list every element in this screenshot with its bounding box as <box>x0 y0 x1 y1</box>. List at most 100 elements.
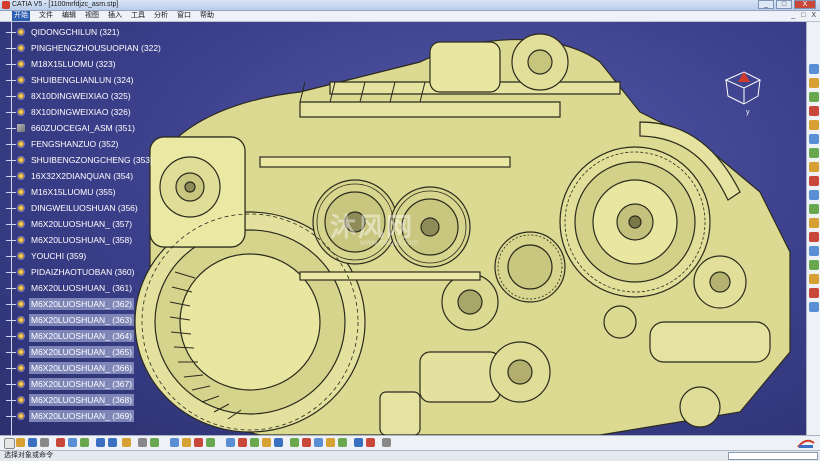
redo-icon[interactable] <box>108 438 117 447</box>
paste-icon[interactable] <box>80 438 89 447</box>
3d-viewport[interactable]: 沐风网 www.mfcad.com QIDONGCHILUN (321) PIN… <box>0 22 806 435</box>
tree-item[interactable]: 8X10DINGWEIXIAO (326) <box>6 105 133 119</box>
tree-item[interactable]: QIDONGCHILUN (321) <box>6 25 121 39</box>
doc-minimize-button[interactable]: _ <box>791 11 795 21</box>
catia-logo <box>797 439 815 448</box>
shading-icon[interactable] <box>809 190 819 200</box>
material-icon[interactable] <box>809 232 819 242</box>
menu-help[interactable]: 帮助 <box>200 11 214 21</box>
snap-icon[interactable] <box>262 438 271 447</box>
swap-icon[interactable] <box>809 218 819 228</box>
iso-view-icon[interactable] <box>809 176 819 186</box>
zoom-in-icon[interactable] <box>809 134 819 144</box>
copy-icon[interactable] <box>68 438 77 447</box>
update-icon[interactable] <box>354 438 363 447</box>
fly-icon[interactable] <box>809 78 819 88</box>
table-icon[interactable] <box>170 438 179 447</box>
tree-item[interactable]: M6X20LUOSHUAN_ (361) <box>6 281 134 295</box>
measure-icon[interactable] <box>809 260 819 270</box>
explode-icon[interactable] <box>274 438 283 447</box>
tree-item[interactable]: PINGHENGZHOUSUOPIAN (322) <box>6 41 163 55</box>
part-icon <box>16 59 26 69</box>
mesh-icon[interactable] <box>226 438 235 447</box>
tree-item[interactable]: M6X20LUOSHUAN_ (358) <box>6 233 134 247</box>
tree-item[interactable]: 8X10DINGWEIXIAO (325) <box>6 89 133 103</box>
menu-view[interactable]: 视图 <box>85 11 99 21</box>
tree-item-label: 8X10DINGWEIXIAO (325) <box>31 91 131 101</box>
bottom-toolbar <box>0 435 820 450</box>
menu-window[interactable]: 窗口 <box>177 11 191 21</box>
tree-item[interactable]: 660ZUOCEGAI_ASM (351) <box>6 121 137 135</box>
zoom-out-icon[interactable] <box>809 148 819 158</box>
tree-item-selected[interactable]: M6X20LUOSHUAN_ (368) <box>6 393 135 407</box>
tree-item[interactable]: DINGWEILUOSHUAN (356) <box>6 201 140 215</box>
tree-item-label: 660ZUOCEGAI_ASM (351) <box>31 123 135 133</box>
menu-insert[interactable]: 插入 <box>108 11 122 21</box>
menu-tools[interactable]: 工具 <box>131 11 145 21</box>
angle-icon[interactable] <box>338 438 347 447</box>
tree-item-selected[interactable]: M6X20LUOSHUAN_ (362) <box>6 297 135 311</box>
contact-icon[interactable] <box>314 438 323 447</box>
tree-item-label: M6X20LUOSHUAN_ (363) <box>29 314 135 326</box>
tree-item[interactable]: YOUCHI (359) <box>6 249 88 263</box>
cut-icon[interactable] <box>56 438 65 447</box>
rotate-icon[interactable] <box>809 120 819 130</box>
tree-item-selected[interactable]: M6X20LUOSHUAN_ (363) <box>6 313 135 327</box>
select-icon[interactable] <box>809 64 819 74</box>
tree-item[interactable]: SHUIBENGLIANLUN (324) <box>6 73 136 87</box>
command-input[interactable] <box>728 452 818 460</box>
save-icon[interactable] <box>28 438 37 447</box>
clash-icon[interactable] <box>238 438 247 447</box>
sketch-icon[interactable] <box>809 246 819 256</box>
compass-icon[interactable]: y <box>714 58 774 118</box>
fit-all-icon[interactable] <box>809 92 819 102</box>
tree-item-selected[interactable]: M6X20LUOSHUAN_ (365) <box>6 345 135 359</box>
menu-start[interactable]: 开始 <box>12 11 30 21</box>
menu-analyze[interactable]: 分析 <box>154 11 168 21</box>
normal-view-icon[interactable] <box>809 162 819 172</box>
maximize-button[interactable]: □ <box>776 0 792 9</box>
axis-icon[interactable] <box>194 438 203 447</box>
doc-close-button[interactable]: X <box>811 11 816 21</box>
help-icon[interactable] <box>122 438 131 447</box>
tree-item[interactable]: FENGSHANZUO (352) <box>6 137 120 151</box>
tree-item[interactable]: 16X32X2DIANQUAN (354) <box>6 169 135 183</box>
tree-item-selected[interactable]: M6X20LUOSHUAN_ (366) <box>6 361 135 375</box>
analysis-icon[interactable] <box>382 438 391 447</box>
minimize-button[interactable]: _ <box>758 0 774 9</box>
part-icon <box>16 219 26 229</box>
doc-maximize-button[interactable]: □ <box>801 11 805 21</box>
tree-item-selected[interactable]: M6X20LUOSHUAN_ (369) <box>6 409 135 423</box>
knowledge-icon[interactable] <box>150 438 159 447</box>
new-icon[interactable] <box>4 438 15 449</box>
menu-file[interactable]: 文件 <box>39 11 53 21</box>
move-icon[interactable] <box>250 438 259 447</box>
part-icon <box>16 251 26 261</box>
undo-icon[interactable] <box>96 438 105 447</box>
fix-icon[interactable] <box>302 438 311 447</box>
constraint-icon[interactable] <box>290 438 299 447</box>
pan-icon[interactable] <box>809 106 819 116</box>
section-icon[interactable] <box>809 302 819 312</box>
open-icon[interactable] <box>16 438 25 447</box>
fx-icon[interactable] <box>138 438 147 447</box>
offset-icon[interactable] <box>326 438 335 447</box>
tree-item-selected[interactable]: M6X20LUOSHUAN_ (364) <box>6 329 135 343</box>
hide-show-icon[interactable] <box>809 204 819 214</box>
measure-icon[interactable] <box>366 438 375 447</box>
tree-item[interactable]: M16X15LUOMU (355) <box>6 185 118 199</box>
tree-item[interactable]: M6X20LUOSHUAN_ (357) <box>6 217 134 231</box>
print-icon[interactable] <box>40 438 49 447</box>
part-icon <box>16 155 26 165</box>
close-button[interactable]: X <box>794 0 816 9</box>
tree-item-selected[interactable]: M6X20LUOSHUAN_ (367) <box>6 377 135 391</box>
box-icon[interactable] <box>182 438 191 447</box>
tree-item[interactable]: M18X15LUOMU (323) <box>6 57 118 71</box>
part-icon <box>16 331 26 341</box>
tree-item[interactable]: PIDAIZHAOTUOBAN (360) <box>6 265 136 279</box>
tree-item[interactable]: SHUIBENGZONGCHENG (353) <box>6 153 155 167</box>
menu-edit[interactable]: 编辑 <box>62 11 76 21</box>
snapshot-icon[interactable] <box>809 274 819 284</box>
wireframe-icon[interactable] <box>206 438 215 447</box>
render-icon[interactable] <box>809 288 819 298</box>
